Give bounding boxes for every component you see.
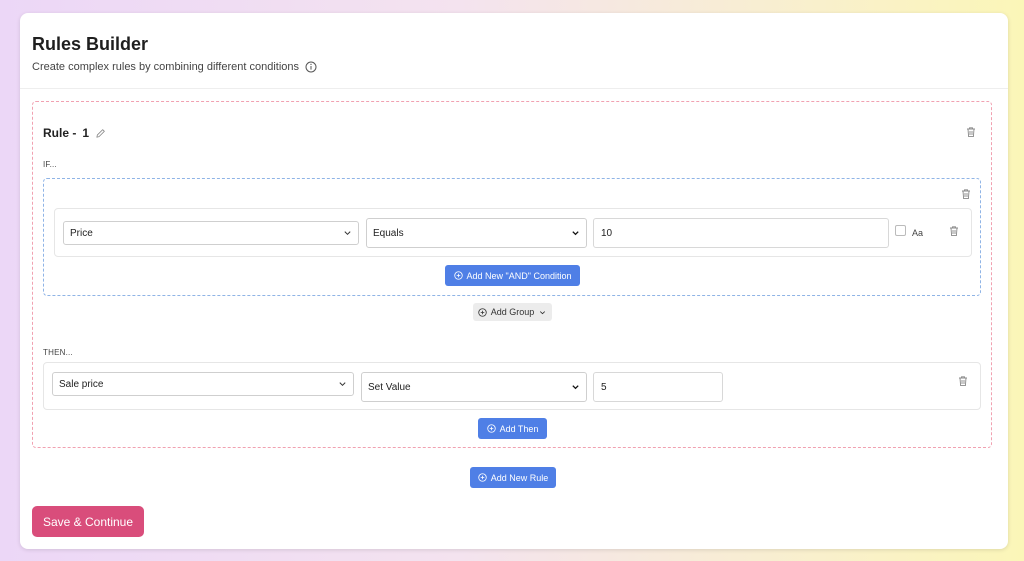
add-and-condition-label: Add New "AND" Condition [466, 270, 572, 281]
action-value-text: 5 [601, 381, 607, 393]
then-label: THEN... [43, 348, 73, 357]
plus-circle-icon [478, 473, 487, 482]
add-new-rule-button[interactable]: Add New Rule [470, 467, 556, 488]
condition-group: Price Equals 10 Aa Add New "AND" Conditi… [43, 178, 981, 296]
add-new-rule-label: Add New Rule [490, 472, 549, 483]
case-sensitive-checkbox[interactable] [895, 225, 906, 236]
delete-group-trash-icon[interactable] [960, 188, 972, 200]
action-field-value: Sale price [59, 378, 104, 390]
condition-operator-value: Equals [373, 227, 404, 239]
chevron-down-icon [339, 382, 346, 387]
save-continue-button[interactable]: Save & Continue [32, 506, 144, 537]
chevron-down-icon [344, 231, 351, 236]
condition-field-value: Price [70, 227, 93, 239]
add-and-condition-button[interactable]: Add New "AND" Condition [445, 265, 580, 286]
delete-rule-trash-icon[interactable] [965, 126, 977, 138]
case-sensitive-label: Aa [912, 228, 924, 238]
delete-action-trash-icon[interactable] [957, 375, 969, 387]
action-row: Sale price Set Value 5 [43, 362, 981, 410]
condition-operator-select[interactable]: Equals [366, 218, 587, 248]
add-then-button[interactable]: Add Then [478, 418, 547, 439]
chevron-down-icon [572, 385, 579, 390]
rule-title: Rule - 1 [43, 126, 106, 140]
add-then-label: Add Then [499, 423, 539, 434]
condition-field-select[interactable]: Price [63, 221, 359, 245]
info-icon[interactable] [305, 61, 317, 73]
plus-circle-icon [478, 307, 487, 317]
chevron-down-icon [540, 310, 546, 314]
rule-container: Rule - 1 IF... Price Equals 10 Aa Add Ne… [32, 101, 992, 448]
rule-title-prefix: Rule - [43, 126, 77, 140]
plus-circle-icon [453, 271, 463, 280]
if-label: IF... [43, 160, 57, 169]
action-operation-select[interactable]: Set Value [361, 372, 587, 402]
action-value-input[interactable]: 5 [593, 372, 723, 402]
pencil-icon[interactable] [95, 128, 106, 139]
rules-builder-card: Rules Builder Create complex rules by co… [20, 13, 1008, 549]
action-operation-value: Set Value [368, 381, 411, 393]
condition-row: Price Equals 10 Aa [54, 208, 972, 257]
plus-circle-icon [486, 424, 496, 433]
action-field-select[interactable]: Sale price [52, 372, 354, 396]
page-title: Rules Builder [32, 34, 149, 54]
add-group-label: Add Group [490, 307, 535, 317]
page-subtitle: Create complex rules by combining differ… [32, 61, 317, 73]
delete-condition-trash-icon[interactable] [948, 225, 960, 237]
subtitle-text: Create complex rules by combining differ… [32, 61, 299, 73]
header: Rules Builder Create complex rules by co… [20, 13, 1008, 89]
add-group-button[interactable]: Add Group [473, 303, 552, 321]
rule-number: 1 [82, 126, 90, 140]
chevron-down-icon [572, 231, 579, 236]
condition-value-text: 10 [601, 227, 613, 239]
condition-value-input[interactable]: 10 [593, 218, 889, 248]
